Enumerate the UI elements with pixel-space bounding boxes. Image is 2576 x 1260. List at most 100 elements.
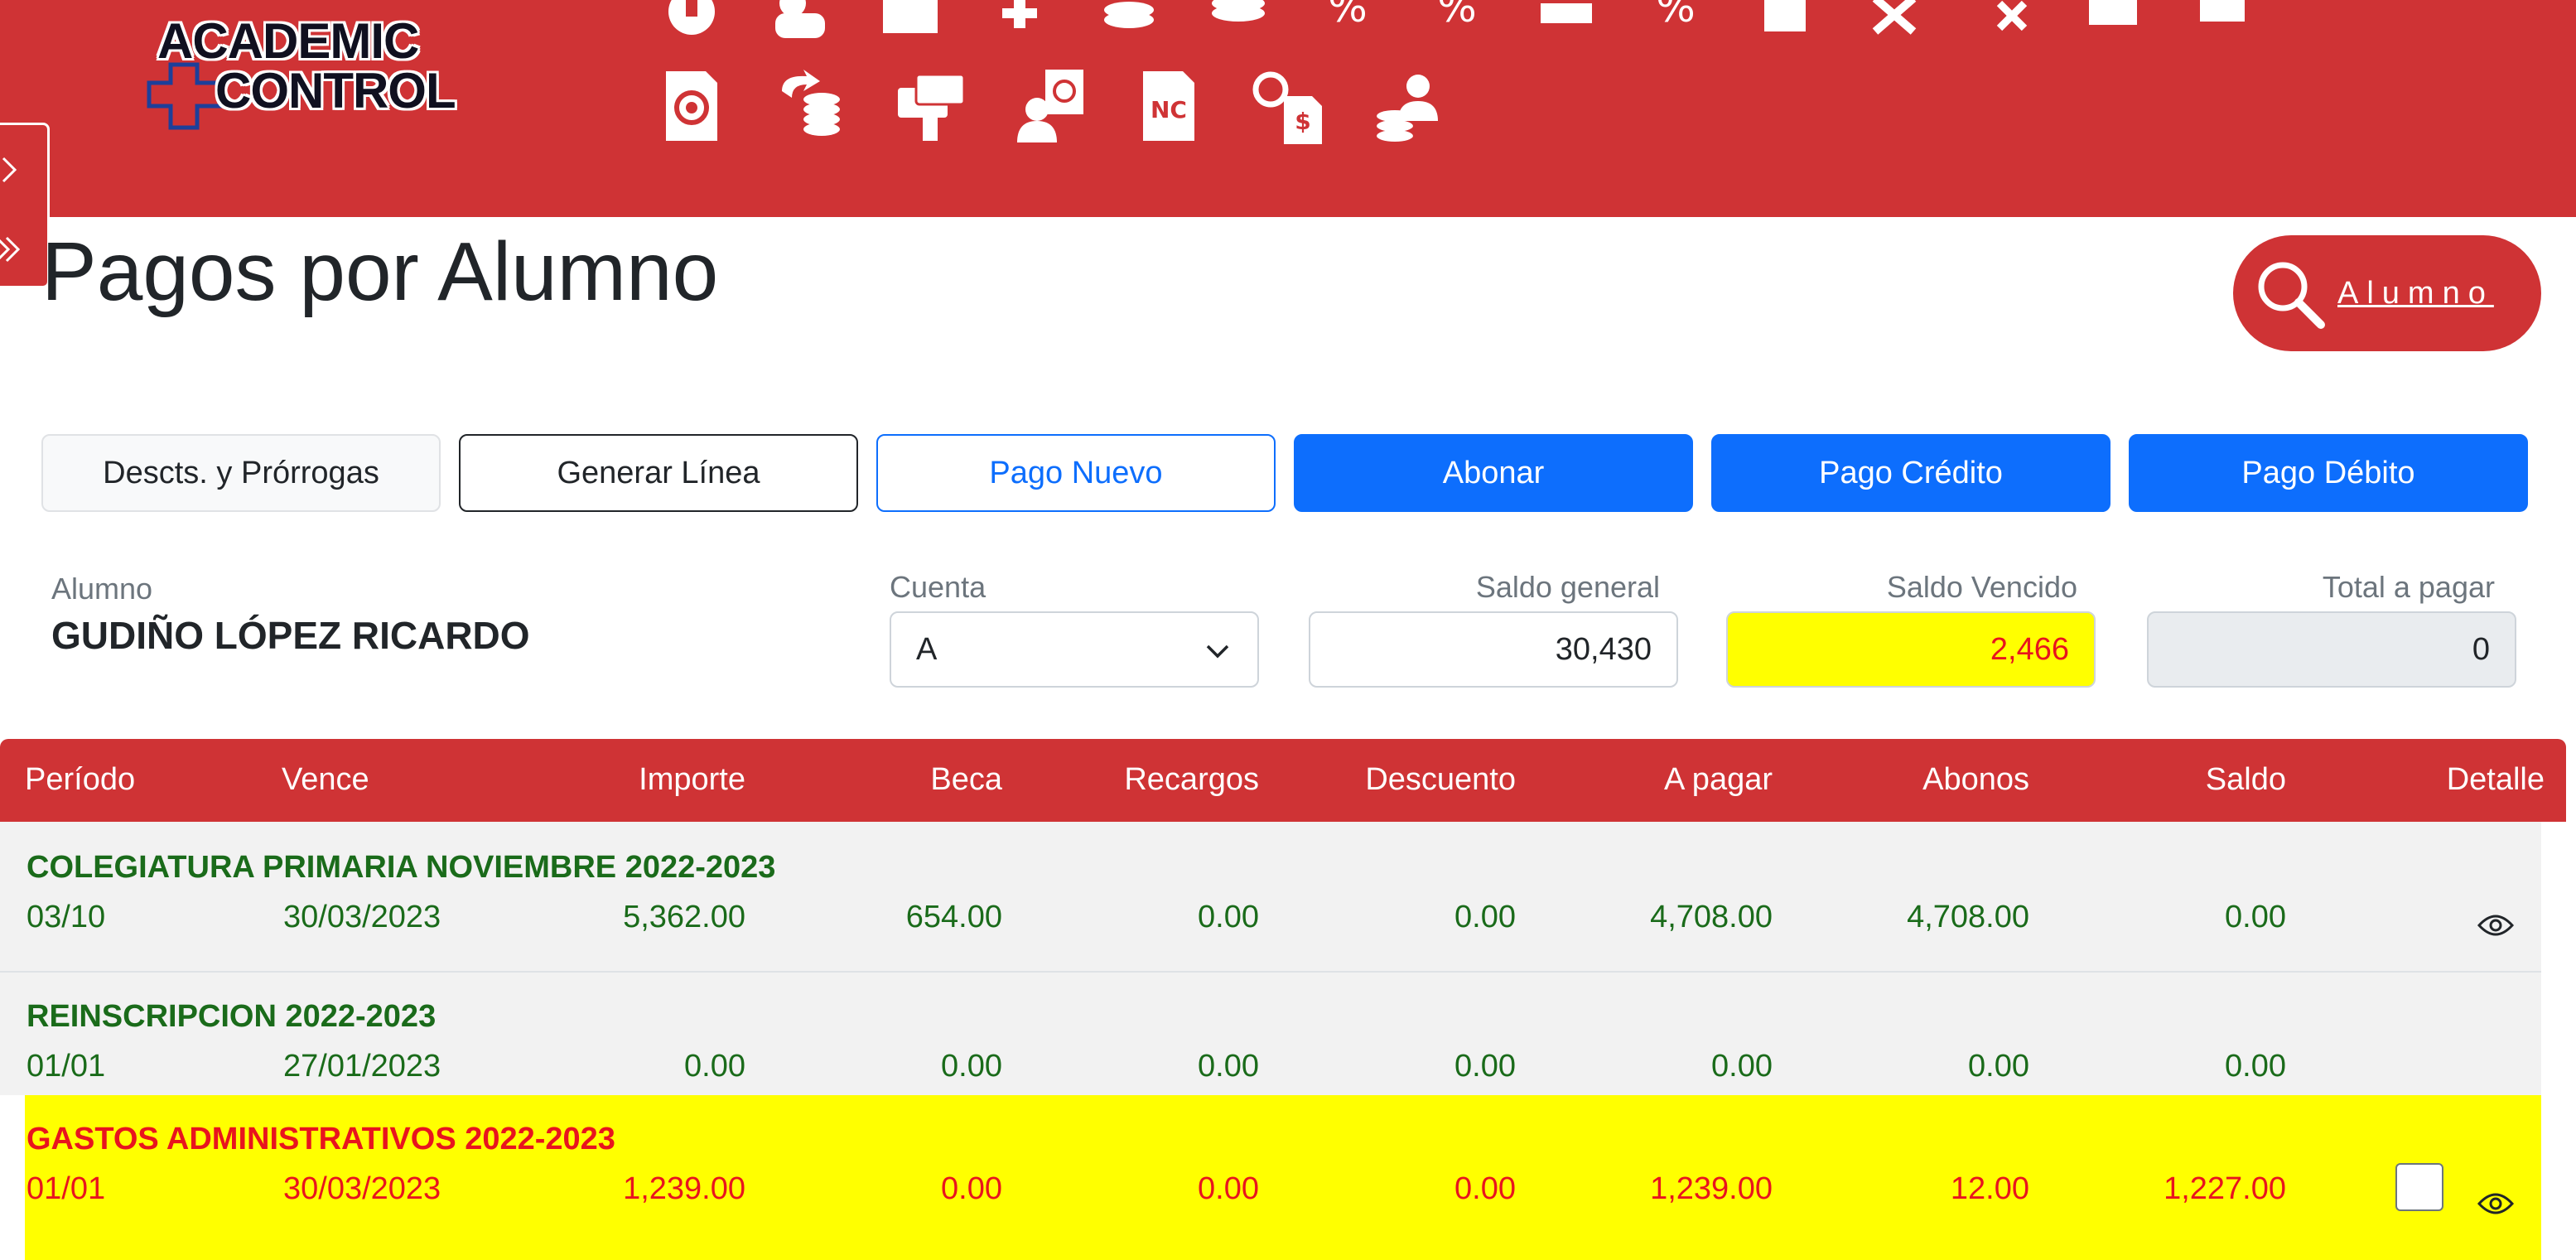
email-doc-icon[interactable] bbox=[654, 66, 729, 146]
app-header: ACADEMIC CONTROL % % % NC $ bbox=[0, 0, 2576, 217]
col-beca[interactable]: Beca bbox=[754, 762, 1002, 798]
card-payment-icon[interactable] bbox=[893, 66, 967, 146]
col-saldo[interactable]: Saldo bbox=[2038, 762, 2286, 798]
pago-debito-button[interactable]: Pago Débito bbox=[2129, 434, 2528, 512]
percent-doc-icon[interactable]: % bbox=[1420, 0, 1494, 50]
cuenta-select-value: A bbox=[916, 631, 938, 667]
page-title: Pagos por Alumno bbox=[41, 225, 719, 318]
cell-periodo: 03/10 bbox=[27, 900, 106, 934]
cell-descuento: 0.00 bbox=[1454, 1171, 1516, 1206]
col-abonos[interactable]: Abonos bbox=[1781, 762, 2029, 798]
cuenta-select[interactable]: A bbox=[890, 611, 1259, 688]
svg-text:%: % bbox=[1328, 0, 1368, 31]
descuentos-prorrogas-button[interactable]: Descts. y Prórrogas bbox=[41, 434, 441, 512]
email-invoice-icon[interactable]: $ bbox=[1251, 66, 1325, 146]
cell-beca: 0.00 bbox=[941, 1171, 1002, 1206]
row-concept-title: COLEGIATURA PRIMARIA NOVIEMBRE 2022-2023 bbox=[27, 850, 776, 885]
search-icon bbox=[2258, 262, 2325, 329]
cell-saldo: 0.00 bbox=[2225, 1049, 2286, 1084]
cancel-icon[interactable] bbox=[1857, 0, 1932, 50]
col-vence[interactable]: Vence bbox=[282, 762, 369, 798]
eye-icon[interactable] bbox=[2477, 1190, 2515, 1225]
search-alumno-label[interactable]: Alumno bbox=[2337, 276, 2494, 311]
cell-saldo: 1,227.00 bbox=[2164, 1171, 2286, 1206]
cell-recargos: 0.00 bbox=[1198, 1171, 1259, 1206]
percent-icon[interactable]: % bbox=[1310, 0, 1385, 50]
eye-icon[interactable] bbox=[2477, 911, 2515, 947]
refund-coins-icon[interactable] bbox=[774, 66, 848, 146]
user-coins-icon[interactable] bbox=[1370, 66, 1445, 146]
col-periodo[interactable]: Período bbox=[25, 762, 135, 798]
percent-cash-icon[interactable]: % bbox=[1638, 0, 1713, 50]
cell-recargos: 0.00 bbox=[1198, 1049, 1259, 1084]
pago-nuevo-button[interactable]: Pago Nuevo bbox=[876, 434, 1276, 512]
col-descuento[interactable]: Descuento bbox=[1267, 762, 1516, 798]
cell-abonos: 4,708.00 bbox=[1907, 900, 2029, 934]
cell-beca: 0.00 bbox=[941, 1049, 1002, 1084]
saldo-general-label: Saldo general bbox=[1475, 570, 1660, 604]
search-alumno-button[interactable]: Alumno bbox=[2233, 235, 2541, 351]
cell-saldo: 0.00 bbox=[2225, 900, 2286, 934]
saldo-vencido-label: Saldo Vencido bbox=[1886, 570, 2077, 604]
col-a-pagar[interactable]: A pagar bbox=[1524, 762, 1773, 798]
svg-text:NC: NC bbox=[1151, 96, 1187, 123]
cell-descuento: 0.00 bbox=[1454, 1049, 1516, 1084]
saldo-vencido-field[interactable]: 2,466 bbox=[1726, 611, 2096, 688]
double-chevron-right-icon[interactable] bbox=[0, 233, 23, 266]
cell-a-pagar: 0.00 bbox=[1711, 1049, 1773, 1084]
total-pagar-label: Total a pagar bbox=[2322, 570, 2495, 604]
export-icon[interactable] bbox=[2185, 0, 2260, 50]
pago-credito-button[interactable]: Pago Crédito bbox=[1711, 434, 2110, 512]
row-concept-title: REINSCRIPCION 2022-2023 bbox=[27, 999, 437, 1034]
cell-abonos: 12.00 bbox=[1950, 1171, 2029, 1206]
abonar-button[interactable]: Abonar bbox=[1294, 434, 1693, 512]
bottom-toolbar-icons: NC $ bbox=[654, 66, 1445, 146]
svg-text:%: % bbox=[1437, 0, 1477, 31]
svg-text:%: % bbox=[1656, 0, 1696, 31]
cell-periodo: 01/01 bbox=[27, 1171, 106, 1206]
cell-importe: 1,239.00 bbox=[623, 1171, 745, 1206]
printer-icon[interactable] bbox=[2076, 0, 2150, 50]
cell-periodo: 01/01 bbox=[27, 1049, 106, 1084]
logo-text-control: CONTROL bbox=[215, 63, 456, 118]
col-importe[interactable]: Importe bbox=[497, 762, 745, 798]
cash-icon[interactable] bbox=[1529, 0, 1604, 50]
cell-vence: 30/03/2023 bbox=[283, 1171, 441, 1206]
logo-text-academic: ACADEMIC bbox=[157, 13, 419, 69]
alumno-label: Alumno bbox=[51, 572, 153, 606]
payments-table-header: Período Vence Importe Beca Recargos Desc… bbox=[0, 739, 2566, 822]
remove-person-icon[interactable] bbox=[1966, 0, 2041, 50]
cuenta-label: Cuenta bbox=[890, 570, 987, 604]
svg-text:$: $ bbox=[1295, 108, 1310, 135]
chevron-down-icon bbox=[1206, 644, 1229, 659]
col-detalle[interactable]: Detalle bbox=[2294, 762, 2545, 798]
cell-importe: 0.00 bbox=[684, 1049, 745, 1084]
total-pagar-field: 0 bbox=[2147, 611, 2516, 688]
coins-stack-icon[interactable] bbox=[1201, 0, 1276, 50]
docs-icon[interactable] bbox=[1748, 0, 1822, 50]
cell-vence: 30/03/2023 bbox=[283, 900, 441, 934]
select-row-checkbox[interactable] bbox=[2395, 1163, 2443, 1211]
top-toolbar-icons: % % % bbox=[654, 0, 2260, 50]
table-row-overdue: GASTOS ADMINISTRATIVOS 2022-2023 01/01 3… bbox=[25, 1095, 2541, 1260]
folder-icon[interactable] bbox=[873, 0, 948, 50]
saldo-general-field[interactable]: 30,430 bbox=[1309, 611, 1678, 688]
row-concept-title: GASTOS ADMINISTRATIVOS 2022-2023 bbox=[27, 1122, 615, 1156]
alumno-name: GUDIÑO LÓPEZ RICARDO bbox=[51, 614, 530, 657]
nc-doc-icon[interactable]: NC bbox=[1131, 66, 1206, 146]
cell-a-pagar: 1,239.00 bbox=[1650, 1171, 1773, 1206]
col-recargos[interactable]: Recargos bbox=[1011, 762, 1259, 798]
coins-icon[interactable] bbox=[1092, 0, 1166, 50]
cell-beca: 654.00 bbox=[905, 900, 1002, 934]
academic-control-logo[interactable]: ACADEMIC CONTROL bbox=[146, 12, 461, 130]
pin-icon[interactable] bbox=[982, 0, 1057, 50]
book-icon[interactable] bbox=[654, 0, 729, 50]
cell-abonos: 0.00 bbox=[1968, 1049, 2029, 1084]
users-icon[interactable] bbox=[764, 0, 838, 50]
cell-a-pagar: 4,708.00 bbox=[1650, 900, 1773, 934]
chevron-right-icon[interactable] bbox=[0, 153, 23, 186]
generar-linea-button[interactable]: Generar Línea bbox=[459, 434, 858, 512]
email-user-icon[interactable] bbox=[1012, 66, 1087, 146]
table-row: COLEGIATURA PRIMARIA NOVIEMBRE 2022-2023… bbox=[0, 822, 2541, 971]
cell-descuento: 0.00 bbox=[1454, 900, 1516, 934]
